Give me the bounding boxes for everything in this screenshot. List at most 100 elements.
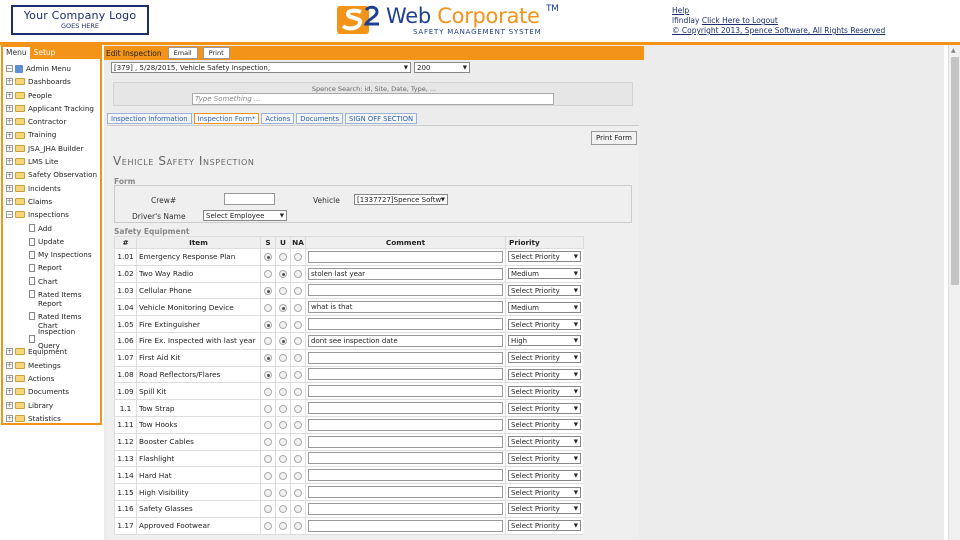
sidebar-subitem[interactable]: Rated Items Report [6, 288, 100, 310]
radio-s[interactable] [264, 438, 272, 447]
radio-u[interactable] [279, 522, 287, 531]
priority-select[interactable]: Select Priority [508, 486, 581, 498]
comment-input[interactable] [308, 469, 503, 482]
expand-icon[interactable]: + [6, 118, 13, 126]
sidebar-item[interactable]: + Documents [6, 385, 100, 398]
sidebar-item[interactable]: + People [6, 89, 100, 102]
priority-select[interactable]: Select Priority [508, 352, 581, 364]
radio-s[interactable] [264, 270, 272, 279]
comment-input[interactable] [308, 418, 503, 431]
radio-u[interactable] [279, 320, 287, 329]
comment-input[interactable]: dont see inspection date [308, 334, 503, 347]
radio-u[interactable] [279, 337, 287, 346]
sidebar-item[interactable]: + Meetings [6, 359, 100, 372]
radio-u[interactable] [279, 471, 287, 480]
tab-setup[interactable]: Setup [31, 47, 59, 59]
radio-u[interactable] [279, 387, 287, 396]
comment-input[interactable] [308, 502, 503, 515]
radio-s[interactable] [264, 337, 272, 346]
radio-u[interactable] [279, 253, 287, 262]
radio-na[interactable] [294, 421, 302, 430]
tab-sign-off[interactable]: SIGN OFF SECTION [345, 113, 418, 124]
comment-input[interactable] [308, 351, 503, 364]
radio-na[interactable] [294, 471, 302, 480]
inspection-select[interactable]: [379] , 5/28/2015, Vehicle Safety Inspec… [111, 62, 411, 73]
logout-link[interactable]: Click Here to Logout [702, 16, 778, 25]
radio-s[interactable] [264, 253, 272, 262]
tab-inspection-information[interactable]: Inspection Information [107, 113, 192, 124]
radio-s[interactable] [264, 488, 272, 497]
radio-na[interactable] [294, 438, 302, 447]
radio-u[interactable] [279, 404, 287, 413]
radio-s[interactable] [264, 522, 272, 531]
search-input[interactable]: Type Something ... [192, 93, 554, 105]
radio-s[interactable] [264, 320, 272, 329]
vehicle-select[interactable]: [1337727]Spence Softw [354, 194, 448, 205]
comment-input[interactable] [308, 402, 503, 415]
radio-na[interactable] [294, 387, 302, 396]
priority-select[interactable]: Select Priority [508, 419, 581, 431]
radio-s[interactable] [264, 404, 272, 413]
radio-na[interactable] [294, 354, 302, 363]
comment-input[interactable] [308, 435, 503, 448]
sidebar-subitem[interactable]: Chart [6, 275, 100, 288]
expand-icon[interactable]: + [6, 184, 13, 192]
email-button[interactable]: Email [167, 47, 198, 59]
radio-s[interactable] [264, 286, 272, 295]
radio-na[interactable] [294, 320, 302, 329]
comment-input[interactable] [308, 368, 503, 381]
comment-input[interactable]: what is that [308, 301, 503, 314]
radio-u[interactable] [279, 505, 287, 514]
radio-u[interactable] [279, 488, 287, 497]
help-link[interactable]: Help [672, 6, 689, 15]
expand-icon[interactable]: + [6, 361, 13, 369]
radio-s[interactable] [264, 370, 272, 379]
radio-na[interactable] [294, 404, 302, 413]
priority-select[interactable]: Select Priority [508, 368, 581, 380]
sidebar-item[interactable]: + Actions [6, 372, 100, 385]
radio-na[interactable] [294, 337, 302, 346]
expand-icon[interactable]: + [6, 401, 13, 409]
radio-na[interactable] [294, 253, 302, 262]
radio-u[interactable] [279, 303, 287, 312]
radio-na[interactable] [294, 505, 302, 514]
comment-input[interactable] [308, 519, 503, 532]
sidebar-item[interactable]: + Contractor [6, 115, 100, 128]
code-select[interactable]: 200 [414, 62, 470, 73]
radio-s[interactable] [264, 387, 272, 396]
radio-na[interactable] [294, 454, 302, 463]
expand-icon[interactable]: + [6, 388, 13, 396]
radio-na[interactable] [294, 270, 302, 279]
comment-input[interactable] [308, 250, 503, 263]
radio-s[interactable] [264, 421, 272, 430]
priority-select[interactable]: Select Priority [508, 385, 581, 397]
expand-icon[interactable]: + [6, 158, 13, 166]
comment-input[interactable] [308, 486, 503, 499]
expand-icon[interactable]: + [6, 348, 13, 356]
expand-icon[interactable]: + [6, 171, 13, 179]
priority-select[interactable]: Select Priority [508, 436, 581, 448]
radio-u[interactable] [279, 354, 287, 363]
priority-select[interactable]: Select Priority [508, 469, 581, 481]
priority-select[interactable]: Select Priority [508, 402, 581, 414]
sidebar-item[interactable]: + LMS Lite [6, 155, 100, 168]
tab-menu[interactable]: Menu [3, 47, 31, 59]
radio-u[interactable] [279, 454, 287, 463]
sidebar-subitem[interactable]: Report [6, 261, 100, 274]
tab-inspection-form[interactable]: Inspection Form* [193, 113, 260, 124]
radio-na[interactable] [294, 286, 302, 295]
sidebar-item[interactable]: + JSA_JHA Builder [6, 142, 100, 155]
radio-s[interactable] [264, 454, 272, 463]
priority-select[interactable]: Medium [508, 301, 581, 313]
radio-u[interactable] [279, 370, 287, 379]
comment-input[interactable] [308, 452, 503, 465]
sidebar-subitem[interactable]: Update [6, 235, 100, 248]
comment-input[interactable]: stolen last year [308, 267, 503, 280]
radio-na[interactable] [294, 488, 302, 497]
sidebar-item[interactable]: + Library [6, 399, 100, 412]
priority-select[interactable]: Select Priority [508, 251, 581, 263]
radio-s[interactable] [264, 505, 272, 514]
radio-na[interactable] [294, 370, 302, 379]
radio-s[interactable] [264, 354, 272, 363]
sidebar-item[interactable]: + Safety Observation [6, 168, 100, 181]
